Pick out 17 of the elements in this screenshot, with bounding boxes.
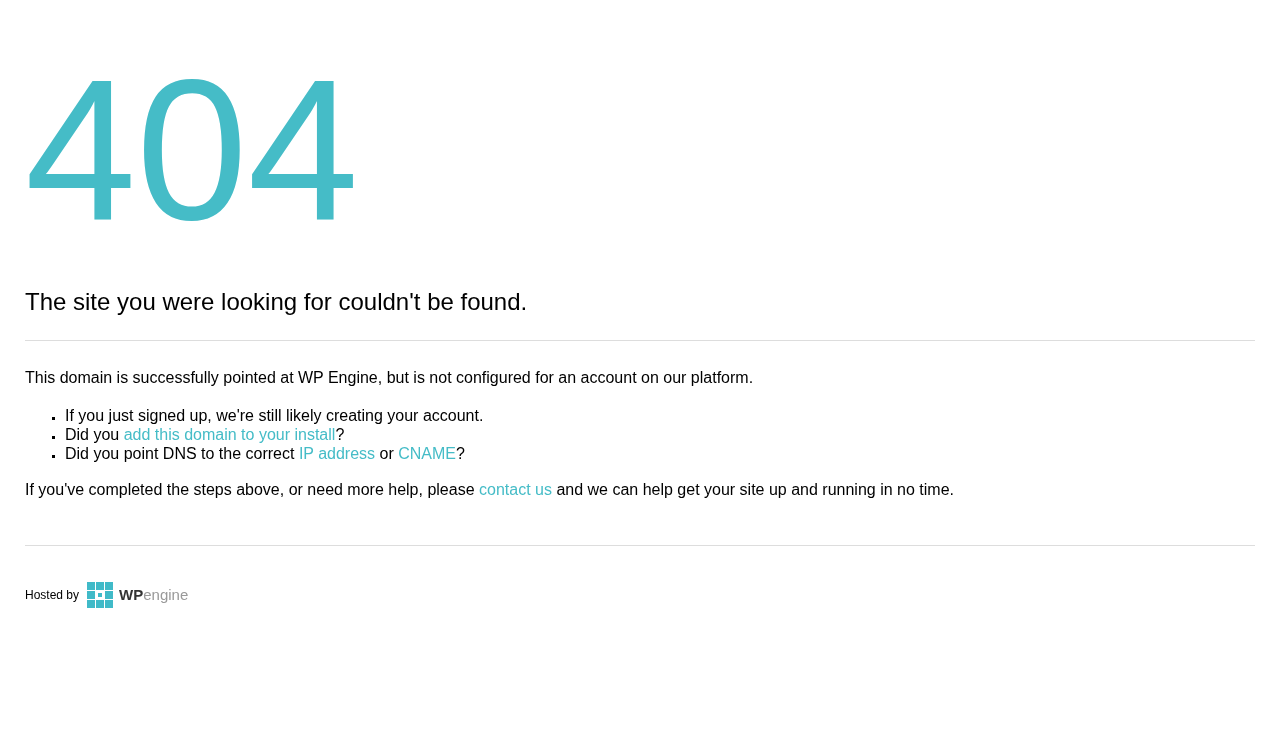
logo-grid-icon [87,582,114,608]
page-heading: The site you were looking for couldn't be found. [25,288,528,316]
list-item-text: Did you add this domain to your install? [65,425,345,444]
bullet-icon [52,416,55,420]
logo-wordmark: WPengine [119,584,189,605]
list-item-text: Did you point DNS to the correct IP address or CNAME? [65,444,465,463]
closing-text: If you've completed the steps above, or need more help, please contact us and we can help get your site up and running in no time. [25,480,954,499]
list-item-text: If you just signed up, we're still likely creating your account. [65,406,484,425]
bullet-icon [52,454,55,458]
bullet-icon [52,435,55,439]
text-link[interactable]: add this domain to your install [123,426,336,443]
text-link[interactable]: IP address [298,445,376,462]
intro-text: This domain is successfully pointed at WP Engine, but is not configured for an account on our platform. [25,368,754,387]
error-code: 404 [25,50,359,250]
text-link[interactable]: contact us [479,481,552,498]
hosted-by-label: Hosted by [25,587,80,604]
text-link[interactable]: CNAME [398,445,456,462]
